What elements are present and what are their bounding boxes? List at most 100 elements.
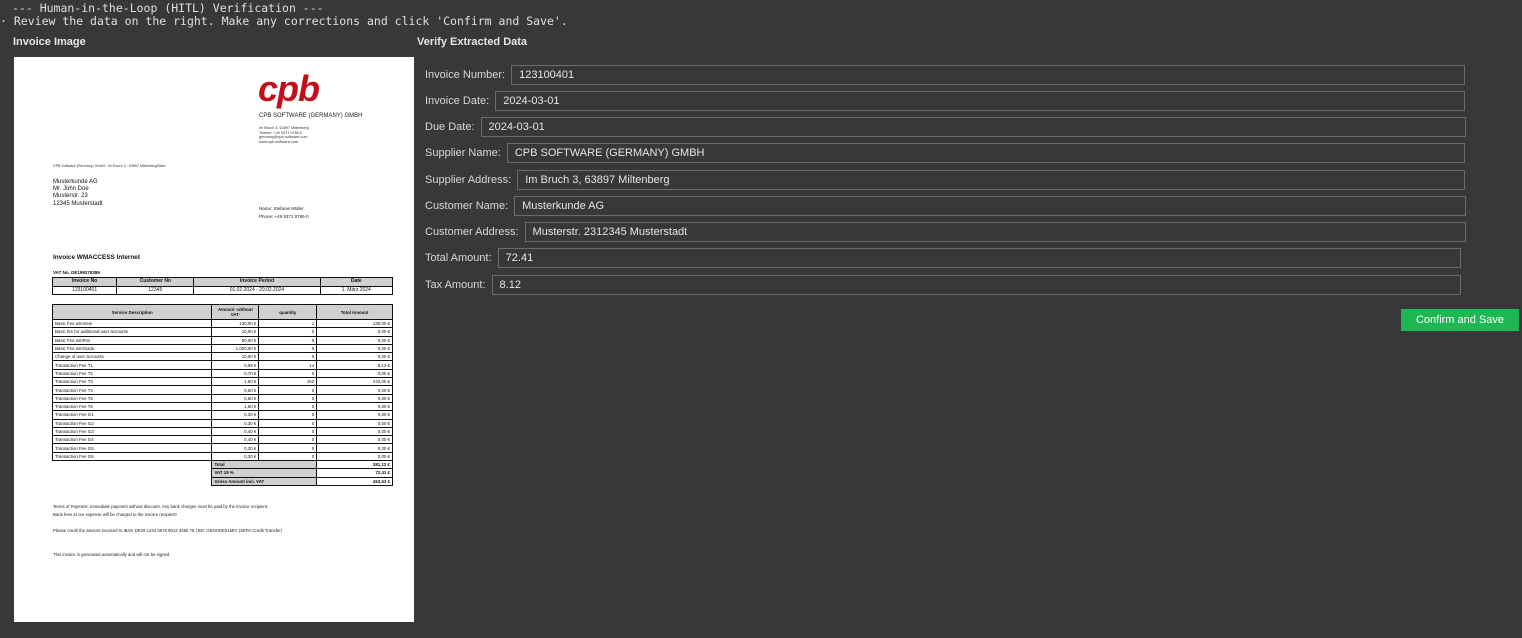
total-label: VAT 19 % [211, 468, 318, 478]
service-row: Change of user accounts 10,00 €0 0,00 € [51, 352, 393, 362]
service-cell: Basic Fee wmGuide [51, 343, 213, 354]
service-cell: 0,00 € [316, 352, 393, 362]
customer-line: Mr. John Doe [53, 186, 89, 193]
service-col: Amount -without VAT- [211, 304, 260, 320]
field-row-supplier-name: Supplier Name: [425, 143, 1465, 163]
total-row: Gross Amount incl. VAT 453,53 € [53, 476, 393, 486]
invoice-number-input[interactable] [511, 65, 1466, 85]
service-cell: 243,00 € [316, 377, 393, 387]
service-cell: 130,00 € [316, 318, 393, 329]
total-label: Gross Amount incl. VAT [211, 476, 318, 486]
customer-line: Musterkunde AG [53, 179, 98, 185]
service-row: Basic Fee wmView 130,00 €1 130,00 € [51, 318, 393, 329]
service-cell: Transaction Fee G3 [51, 426, 213, 437]
due-date-label: Due Date: [425, 121, 475, 133]
service-cell: 10,00 € [211, 352, 260, 362]
service-cell: 0,00 € [316, 327, 393, 337]
service-cell: 0 [258, 418, 318, 428]
header-col: Customer No [116, 277, 195, 287]
service-cell: Transaction Fee T3 [51, 377, 213, 387]
header-col: Invoice No [51, 277, 118, 287]
service-row: Transaction Fee G4 0,40 €0 0,00 € [51, 435, 393, 445]
service-cell: 0 [258, 352, 318, 362]
service-cell: 10,00 € [211, 327, 260, 337]
service-col: Total Amount [316, 304, 393, 320]
service-cell: 0,58 € [211, 360, 260, 370]
invoice-company-address: Im Bruch 3, 63897 Miltenberg Telefon: +4… [259, 126, 309, 144]
service-cell: Change of user accounts [51, 352, 213, 362]
service-cell: 0,30 € [211, 443, 260, 453]
total-spacer [53, 461, 212, 469]
invoice-title: Invoice WMACCESS Internet [53, 254, 140, 261]
service-row: Transaction Fee G3 0,40 €0 0,00 € [51, 426, 393, 437]
terms-line: Terms of Payment: Immediate payment with… [53, 504, 269, 509]
tax-amount-input[interactable] [491, 275, 1461, 295]
service-cell: Transaction Fee T5 [51, 393, 213, 403]
service-cell: 8,12 € [316, 360, 393, 370]
service-row: Transaction Fee G6 0,30 €0 0,00 € [51, 451, 393, 462]
invoice-date-input[interactable] [495, 91, 1466, 111]
invoice-image: cpb CPB SOFTWARE (GERMANY) GMBH Im Bruch… [14, 57, 414, 622]
header-cell: 1. März 2024 [319, 285, 394, 295]
service-cell: 0,40 € [211, 435, 260, 445]
service-col: Service Description [51, 304, 213, 320]
service-cell: 0,50 € [211, 385, 260, 395]
service-cell: 0,00 € [316, 393, 393, 403]
customer-address-label: Customer Address: [425, 226, 519, 238]
console-output: --- Human-in-the-Loop (HITL) Verificatio… [0, 2, 568, 28]
invoice-contact: Name: Stefanie Müller Phone: +49 9371 97… [259, 205, 309, 220]
service-cell: 0,30 € [211, 451, 260, 462]
header-col: Invoice Period [193, 277, 321, 287]
service-cell: Transaction Fee G2 [51, 418, 213, 428]
service-cell: Transaction Fee G5 [51, 443, 213, 453]
due-date-input[interactable] [480, 117, 1466, 137]
field-row-invoice-number: Invoice Number: [425, 65, 1466, 85]
header-col: Date [319, 277, 394, 287]
invoice-vat-number: VAT No. DE199378386 [53, 270, 100, 275]
service-row: Transaction Fee T4 0,50 €0 0,00 € [51, 385, 393, 395]
service-cell: 0,00 € [316, 343, 393, 354]
service-col: quantity [258, 304, 318, 320]
service-cell: Basic Fee wmView [51, 318, 213, 329]
total-value: 453,53 € [316, 476, 393, 486]
console-prompt: · [0, 14, 7, 28]
supplier-name-input[interactable] [506, 143, 1465, 163]
field-row-invoice-date: Invoice Date: [425, 91, 1466, 111]
supplier-address-input[interactable] [517, 170, 1466, 190]
confirm-and-save-button[interactable]: Confirm and Save [1401, 309, 1519, 331]
service-cell: 0,00 € [316, 435, 393, 445]
service-cell: Transaction Fee G1 [51, 410, 213, 420]
invoice-terms: Terms of Payment: Immediate payment with… [53, 503, 393, 519]
customer-address-input[interactable] [524, 222, 1466, 242]
service-row: Transaction Fee T5 0,80 €0 0,00 € [51, 393, 393, 403]
total-amount-label: Total Amount: [425, 252, 492, 264]
total-amount-input[interactable] [497, 248, 1461, 268]
service-cell: 1.000,00 € [211, 343, 260, 354]
customer-name-input[interactable] [514, 196, 1467, 216]
service-cell: 0 [258, 401, 318, 412]
service-cell: Transaction Fee G4 [51, 435, 213, 445]
service-cell: 0 [258, 410, 318, 420]
service-cell: 162 [258, 377, 318, 387]
customer-line: 12345 Musterstadt [53, 200, 103, 207]
service-row: Transaction Fee G2 0,30 €0 0,00 € [51, 418, 393, 428]
verify-data-title: Verify Extracted Data [417, 36, 528, 48]
service-cell: 0 [258, 435, 318, 445]
total-label: Total [211, 460, 318, 470]
service-cell: Transaction Fee T1 [51, 360, 213, 370]
service-cell: 0 [258, 343, 318, 354]
service-cell: 0 [258, 426, 318, 437]
invoice-customer-block: Musterkunde AG Mr. John Doe Musterstr. 2… [53, 179, 103, 208]
service-cell: Transaction Fee T2 [51, 368, 213, 379]
invoice-credit-line: Please credit the amount invoiced to IBA… [53, 528, 283, 533]
header-cell: 01.02.2024 - 29.02.2024 [193, 285, 321, 295]
total-row: VAT 19 % 72,41 € [53, 468, 393, 478]
cpb-logo: cpb [258, 68, 320, 109]
service-cell: 0 [258, 335, 318, 345]
invoice-image-title: Invoice Image [13, 36, 86, 48]
terms-line: Bank fees at our expense will be charged… [53, 512, 177, 517]
invoice-service-table: Service Description Amount -without VAT-… [51, 304, 393, 486]
field-row-supplier-address: Supplier Address: [425, 170, 1466, 190]
service-row: Transaction Fee T2 0,70 €0 0,00 € [51, 368, 393, 379]
service-cell: 0,00 € [316, 443, 393, 453]
